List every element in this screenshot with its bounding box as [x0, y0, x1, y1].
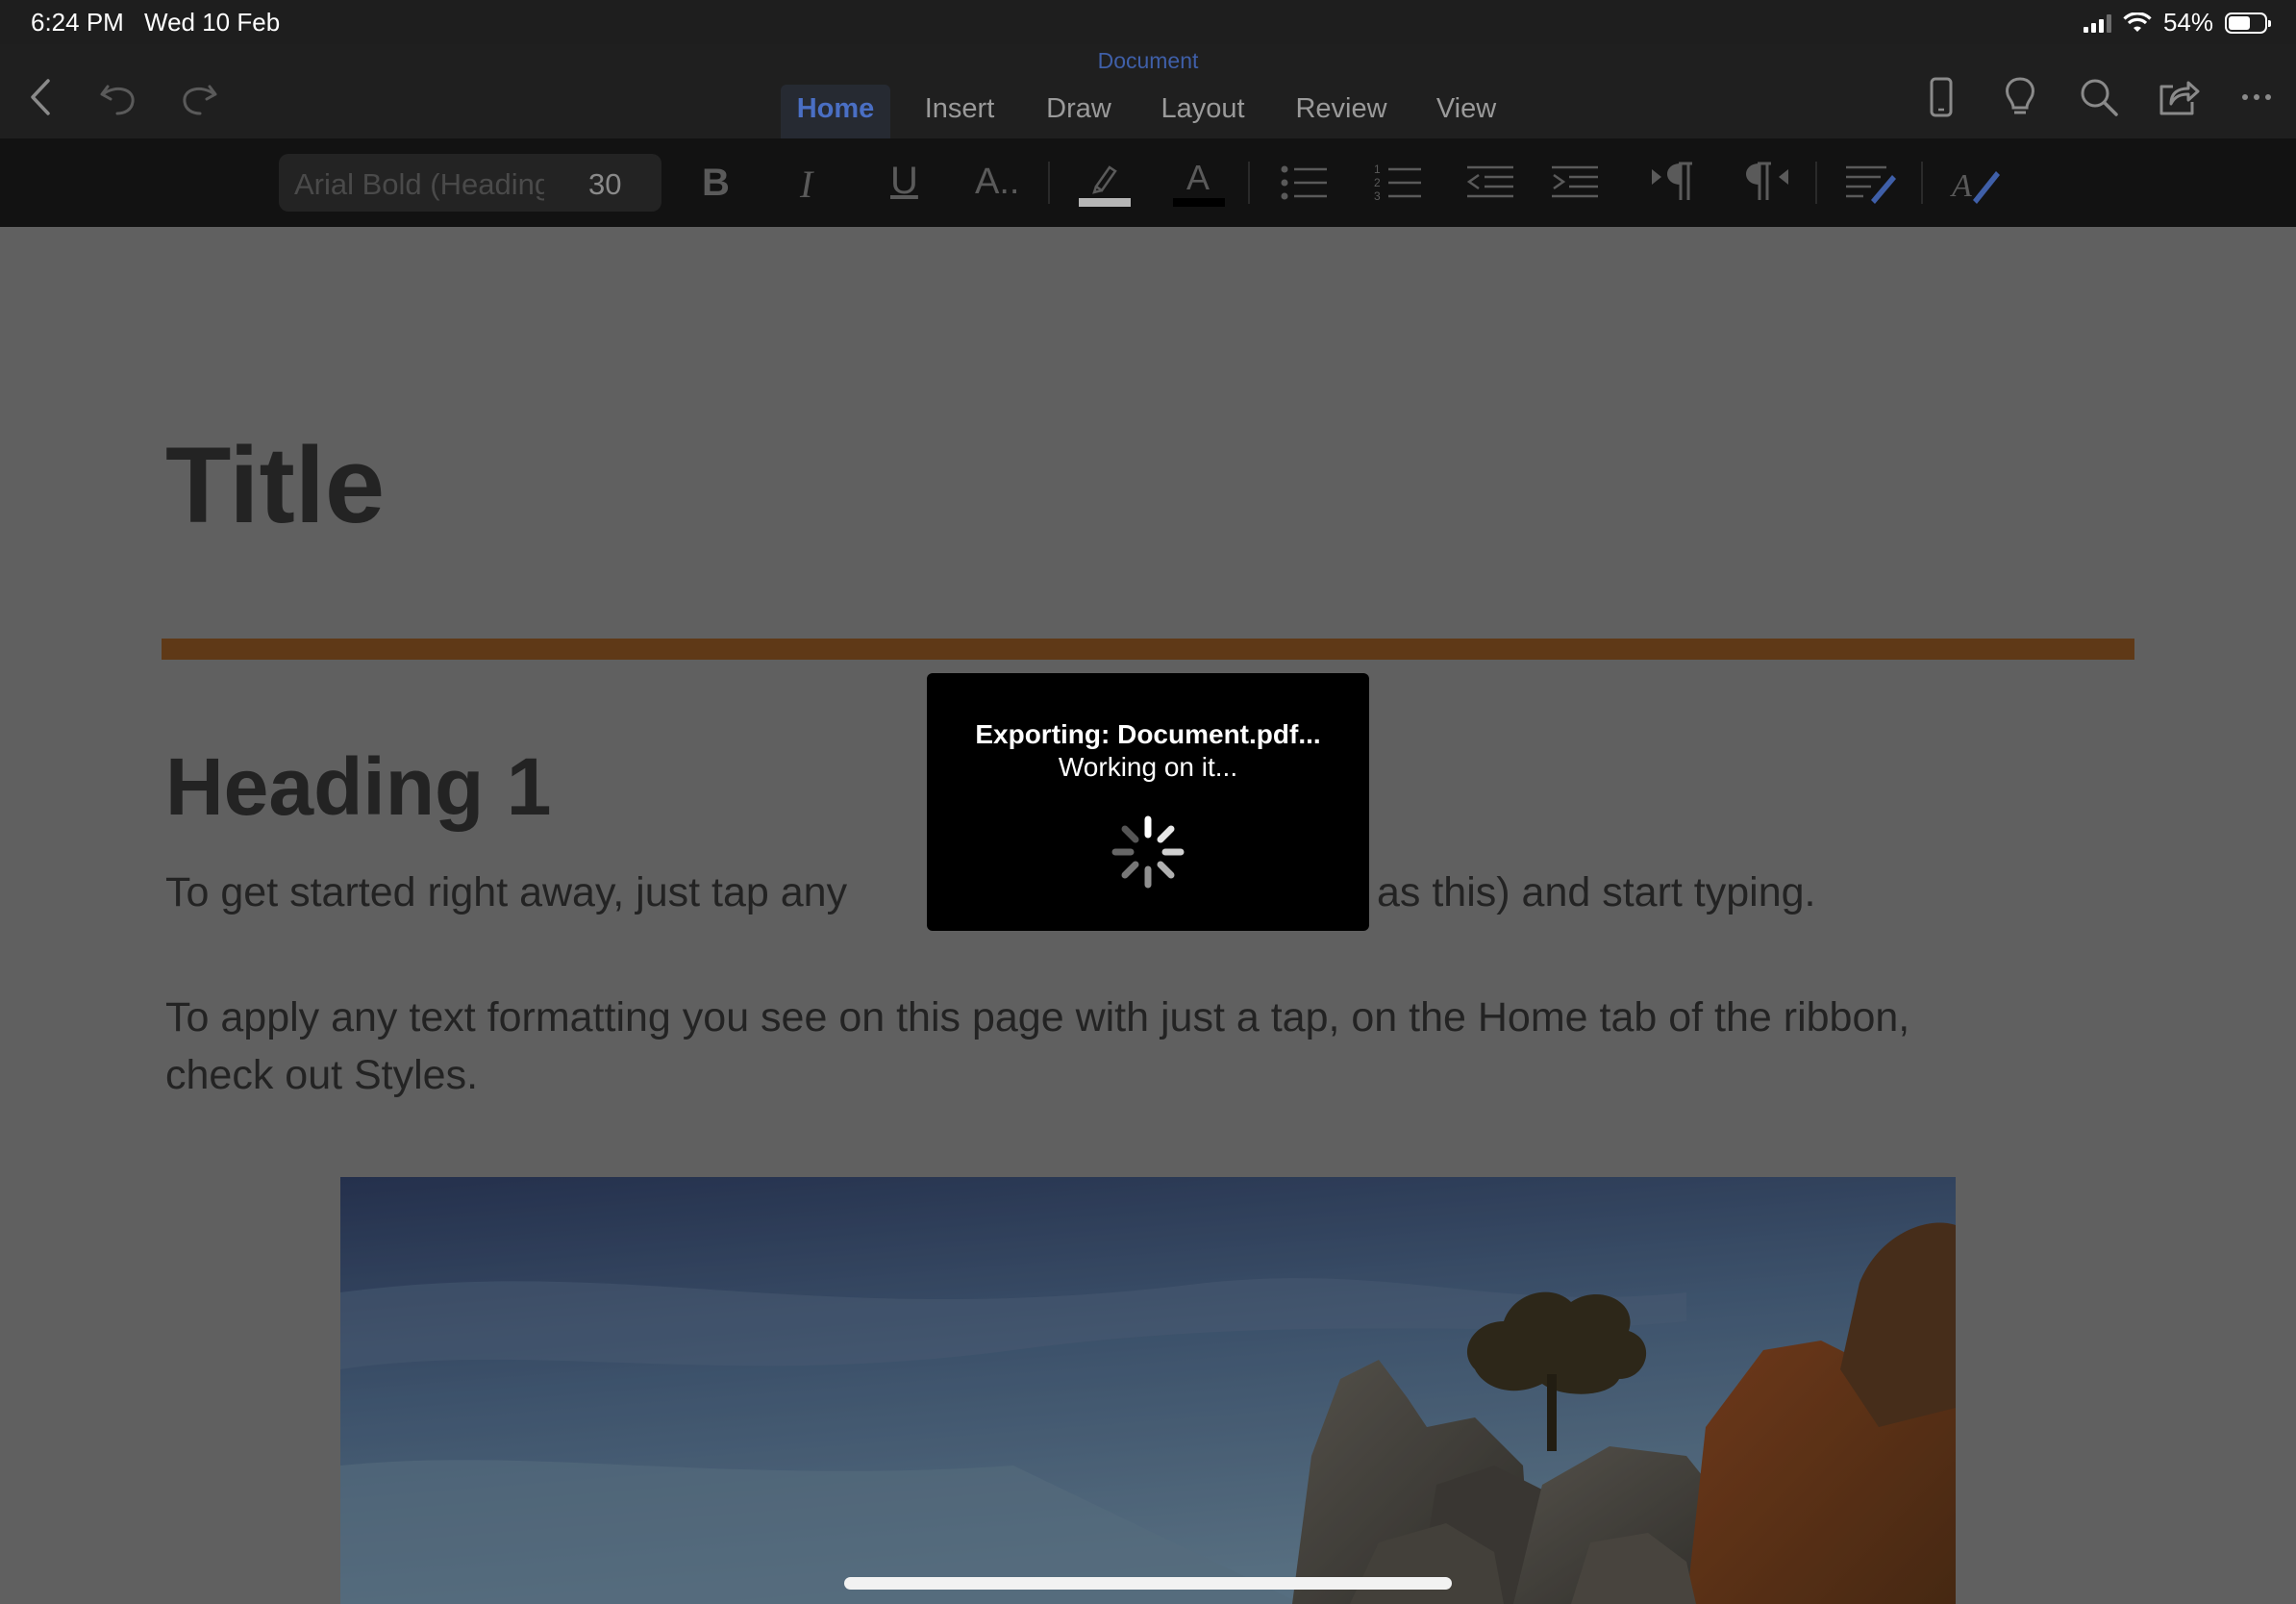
rtl-paragraph-icon[interactable]: [1738, 158, 1794, 208]
more-formatting-icon[interactable]: A..: [971, 158, 1038, 208]
home-ribbon: Arial Bold (Headings) 30 B I U A.. A 123: [0, 138, 2296, 227]
font-color-swatch: [1173, 198, 1225, 207]
numbering-icon[interactable]: 123: [1371, 158, 1427, 208]
svg-text:1: 1: [1374, 163, 1381, 176]
bold-glyph: B: [702, 162, 730, 204]
decrease-indent-icon[interactable]: [1463, 158, 1519, 208]
ribbon-separator: [1815, 162, 1817, 204]
underline-icon[interactable]: U: [879, 158, 929, 208]
battery-icon: [2225, 12, 2271, 34]
title-bar: Document Home Insert Draw Layout Review …: [0, 44, 2296, 138]
italic-icon[interactable]: I: [783, 158, 833, 208]
font-picker[interactable]: Arial Bold (Headings) 30: [279, 154, 661, 212]
battery-percentage: 54%: [2162, 8, 2213, 37]
font-color-glyph: A: [1186, 158, 1210, 197]
status-indicators: 54%: [2083, 8, 2271, 38]
italic-glyph: I: [800, 163, 813, 206]
ribbon-separator: [1048, 162, 1050, 204]
status-date: Wed 10 Feb: [144, 8, 281, 37]
status-bar: 6:24 PM Wed 10 Feb 54%: [0, 0, 2296, 44]
highlighter-pen-icon: [1079, 165, 1131, 207]
export-status-subtitle: Working on it...: [1058, 752, 1238, 782]
home-indicator[interactable]: [844, 1577, 1452, 1590]
tab-layout[interactable]: Layout: [1148, 85, 1258, 138]
cellular-signal-icon: [2083, 13, 2111, 33]
share-icon[interactable]: [2154, 73, 2202, 121]
search-icon[interactable]: [2075, 73, 2123, 121]
export-status-title: Exporting: Document.pdf...: [975, 719, 1321, 749]
font-size-field[interactable]: 30: [588, 167, 621, 202]
svg-text:2: 2: [1374, 176, 1381, 189]
font-color-icon[interactable]: A: [1171, 158, 1227, 208]
export-progress-dialog: Exporting: Document.pdf... Working on it…: [927, 673, 1369, 931]
status-time: 6:24 PM: [31, 8, 124, 37]
tab-view[interactable]: View: [1423, 85, 1510, 138]
underline-glyph: U: [890, 160, 918, 202]
styles-icon[interactable]: [1842, 158, 1900, 208]
svg-text:A: A: [1950, 168, 1972, 204]
font-name-field[interactable]: Arial Bold (Headings): [294, 167, 544, 202]
loading-spinner-icon: [1111, 815, 1185, 889]
more-formatting-glyph: A..: [975, 162, 1020, 202]
bold-icon[interactable]: B: [690, 158, 740, 208]
tab-home[interactable]: Home: [781, 85, 890, 138]
svg-text:3: 3: [1374, 189, 1381, 203]
phone-layout-icon[interactable]: [1917, 73, 1965, 121]
tab-insert[interactable]: Insert: [910, 85, 1010, 138]
highlight-icon[interactable]: [1077, 158, 1133, 208]
document-title[interactable]: Document: [0, 48, 2296, 74]
tab-draw[interactable]: Draw: [1029, 85, 1129, 138]
tab-review[interactable]: Review: [1283, 85, 1400, 138]
bullets-icon[interactable]: [1277, 158, 1333, 208]
more-icon[interactable]: [2233, 73, 2281, 121]
ribbon-separator: [1248, 162, 1250, 204]
ltr-paragraph-icon[interactable]: [1646, 158, 1702, 208]
increase-indent-icon[interactable]: [1548, 158, 1604, 208]
wifi-icon: [2123, 12, 2152, 32]
lightbulb-icon[interactable]: [1996, 73, 2044, 121]
clear-formatting-icon[interactable]: A: [1948, 158, 2006, 208]
ribbon-separator: [1921, 162, 1923, 204]
